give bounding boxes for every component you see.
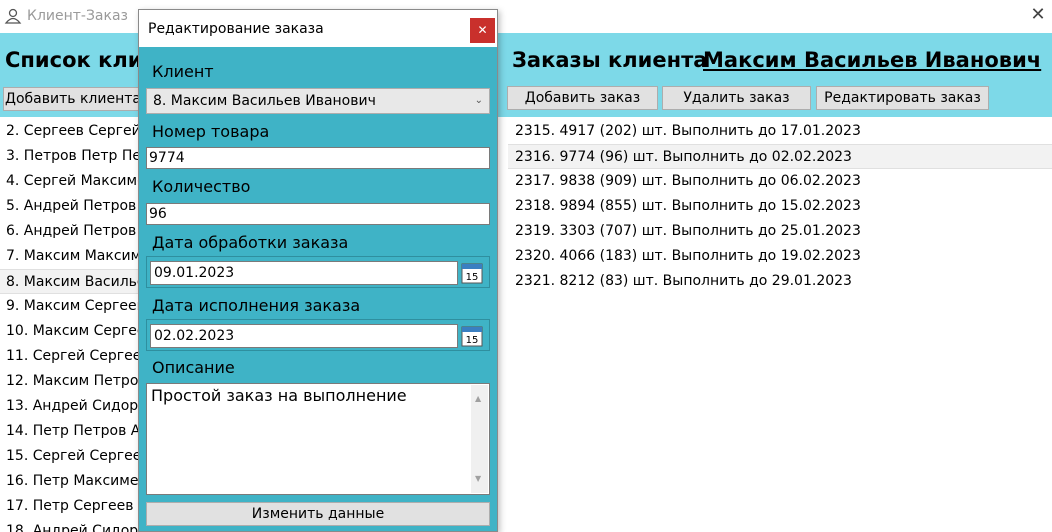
client-list-item[interactable]: 18. Андрей Сидоро — [0, 519, 140, 532]
orders-list[interactable]: 2315. 4917 (202) шт. Выполнить до 17.01.… — [508, 119, 1052, 294]
client-list-item[interactable]: 5. Андрей Петров М — [0, 194, 140, 219]
client-list-item[interactable]: 12. Максим Петров — [0, 369, 140, 394]
app-user-icon — [4, 8, 22, 24]
dialog-title: Редактирование заказа — [148, 21, 324, 37]
client-list-item[interactable]: 15. Сергей Сергеев — [0, 444, 140, 469]
client-list-item[interactable]: 16. Петр Максимен — [0, 469, 140, 494]
client-list-item[interactable]: 8. Максим Васильев — [0, 269, 140, 294]
scroll-up-icon[interactable]: ▲ — [475, 389, 481, 409]
product-number-input[interactable]: 9774 — [146, 147, 490, 169]
client-list-item[interactable]: 7. Максим Максимо — [0, 244, 140, 269]
edit-order-dialog: Редактирование заказа ✕ Клиент 8. Максим… — [138, 9, 498, 532]
edit-order-button[interactable]: Редактировать заказ — [816, 86, 989, 110]
calendar-day: 15 — [466, 272, 479, 283]
calendar-icon[interactable]: 15 — [461, 262, 483, 284]
client-list-item[interactable]: 10. Максим Сергеев — [0, 319, 140, 344]
order-list-item[interactable]: 2320. 4066 (183) шт. Выполнить до 19.02.… — [508, 244, 1052, 269]
calendar-day: 15 — [466, 335, 479, 346]
description-textarea[interactable]: Простой заказ на выполнение ▲ ▼ — [146, 383, 490, 495]
description-text: Простой заказ на выполнение — [151, 386, 407, 405]
client-list-item[interactable]: 13. Андрей Сидоро — [0, 394, 140, 419]
delete-order-button[interactable]: Удалить заказ — [662, 86, 811, 110]
client-list-item[interactable]: 3. Петров Петр Петр — [0, 144, 140, 169]
completion-date-picker: 02.02.2023 15 — [146, 319, 490, 351]
completion-date-label: Дата исполнения заказа — [152, 296, 361, 315]
add-client-button[interactable]: Добавить клиента — [3, 87, 143, 111]
processing-date-label: Дата обработки заказа — [152, 233, 349, 252]
add-order-button[interactable]: Добавить заказ — [507, 86, 658, 110]
order-list-item[interactable]: 2319. 3303 (707) шт. Выполнить до 25.01.… — [508, 219, 1052, 244]
client-list-item[interactable]: 14. Петр Петров Ан — [0, 419, 140, 444]
clients-list[interactable]: 2. Сергеев Сергей Се3. Петров Петр Петр4… — [0, 119, 140, 532]
order-list-item[interactable]: 2318. 9894 (855) шт. Выполнить до 15.02.… — [508, 194, 1052, 219]
order-list-item[interactable]: 2315. 4917 (202) шт. Выполнить до 17.01.… — [508, 119, 1052, 144]
client-list-item[interactable]: 2. Сергеев Сергей Се — [0, 119, 140, 144]
client-select[interactable]: 8. Максим Васильев Иванович ⌄ — [146, 88, 490, 114]
client-list-item[interactable]: 17. Петр Сергеев Се — [0, 494, 140, 519]
selected-client-name: Максим Васильев Иванович — [703, 48, 1042, 72]
client-list-item[interactable]: 4. Сергей Максимов — [0, 169, 140, 194]
description-label: Описание — [152, 358, 235, 377]
processing-date-picker: 09.01.2023 15 — [146, 256, 490, 288]
product-number-label: Номер товара — [152, 122, 270, 141]
description-scrollbar[interactable]: ▲ ▼ — [471, 385, 488, 493]
order-list-item[interactable]: 2321. 8212 (83) шт. Выполнить до 29.01.2… — [508, 269, 1052, 294]
client-list-item[interactable]: 6. Андрей Петров И — [0, 219, 140, 244]
orders-heading: Заказы клиента — [512, 48, 708, 72]
completion-date-input[interactable]: 02.02.2023 — [150, 324, 458, 348]
scroll-down-icon[interactable]: ▼ — [475, 469, 481, 489]
clients-heading: Список клие — [5, 48, 157, 72]
processing-date-input[interactable]: 09.01.2023 — [150, 261, 458, 285]
calendar-icon[interactable]: 15 — [461, 325, 483, 347]
order-list-item[interactable]: 2316. 9774 (96) шт. Выполнить до 02.02.2… — [508, 144, 1052, 169]
client-label: Клиент — [152, 62, 214, 81]
chevron-down-icon: ⌄ — [474, 95, 483, 106]
order-list-item[interactable]: 2317. 9838 (909) шт. Выполнить до 06.02.… — [508, 169, 1052, 194]
client-list-item[interactable]: 9. Максим Сергеев — [0, 294, 140, 319]
window-title: Клиент-Заказ — [27, 8, 128, 24]
dialog-close-icon[interactable]: ✕ — [470, 18, 495, 43]
window-close-icon[interactable]: ✕ — [1030, 5, 1046, 25]
save-changes-button[interactable]: Изменить данные — [146, 502, 490, 526]
client-list-item[interactable]: 11. Сергей Сергеев — [0, 344, 140, 369]
quantity-input[interactable]: 96 — [146, 203, 490, 225]
client-select-value: 8. Максим Васильев Иванович — [153, 93, 376, 109]
quantity-label: Количество — [152, 177, 251, 196]
